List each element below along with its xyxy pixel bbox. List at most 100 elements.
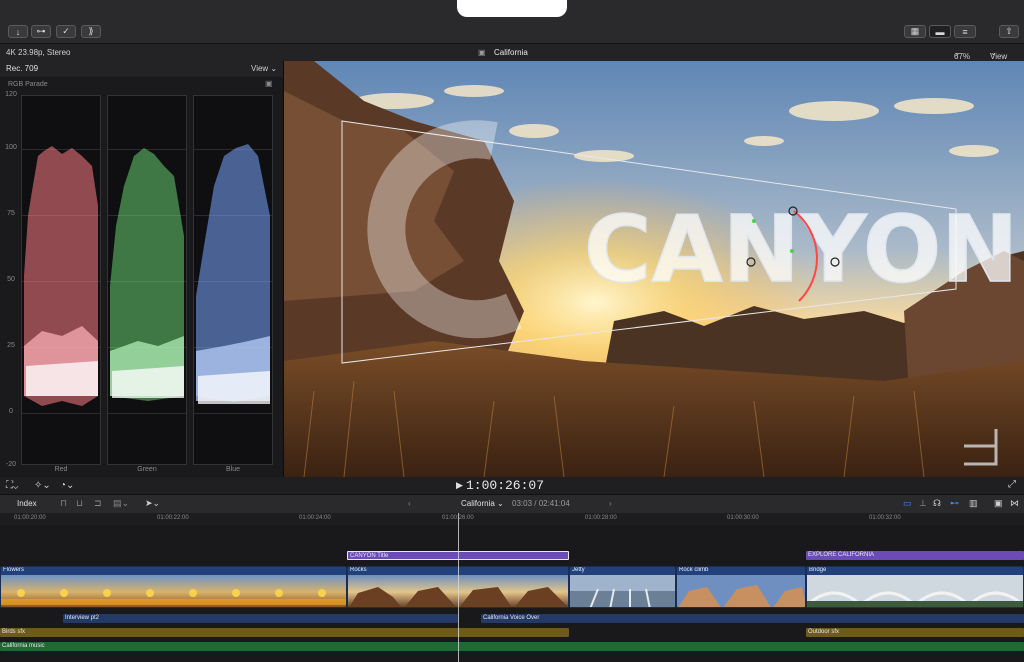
red-parade (21, 95, 101, 465)
check-icon: ✓ (62, 26, 70, 36)
scope-type-label: RGB Parade (8, 81, 48, 88)
tag-button[interactable]: ⟫ (81, 25, 101, 38)
select-tool-icon[interactable]: ➤⌄ (145, 498, 160, 509)
viewer-frame: CANYON (284, 61, 1024, 477)
transitions-browser-icon[interactable]: ⋈ (1010, 498, 1019, 509)
history-forward-icon[interactable]: › (609, 499, 612, 508)
timeline-project-name: California (461, 499, 495, 508)
import-button[interactable]: ↓ (8, 25, 28, 38)
scopes-header (0, 61, 283, 77)
clip-label: Rock climb (679, 567, 709, 573)
video-clip-bridge[interactable]: Bridge (806, 566, 1024, 608)
audio-clip-outdoor[interactable]: Outdoor sfx (806, 628, 1024, 637)
title-clip-explore[interactable]: EXPLORE CALIFORNIA (806, 551, 1024, 560)
y-tick: 75 (7, 210, 15, 217)
viewer-view-label: View (990, 52, 1008, 61)
clip-label: Bridge (809, 567, 827, 573)
browser-toggle-button[interactable]: ▦ (904, 25, 926, 38)
background-tasks-button[interactable]: ✓ (56, 25, 76, 38)
title-clip-label: EXPLORE CALIFORNIA (808, 552, 875, 558)
transform-tool-icon[interactable]: ⛶⌄ (6, 480, 18, 491)
headphones-icon[interactable]: ☊ (933, 498, 941, 509)
ruler-tick: 01:00:28:00 (585, 515, 617, 521)
video-only-icon[interactable]: ▭ (903, 498, 912, 509)
clip-label: Flowers (3, 567, 25, 573)
video-clip-rock-climb[interactable]: Rock climb (676, 566, 806, 608)
clip-thumbnails (570, 575, 675, 607)
timeline-toggle-button[interactable]: ▬ (929, 25, 951, 38)
y-tick: 0 (9, 408, 13, 415)
history-back-icon[interactable]: ‹ (408, 499, 411, 508)
clip-appearance-icon[interactable]: ▥ (969, 498, 978, 509)
audio-clip-label: California Voice Over (483, 615, 540, 621)
clip-label: Jetty (572, 567, 585, 573)
title-clip-label: CANYON Title (350, 553, 389, 559)
tag-icon: ⟫ (88, 26, 94, 36)
scope-colorspace: Rec. 709 (6, 64, 39, 73)
y-tick: -20 (5, 461, 17, 468)
zoom-value: 67% (954, 52, 971, 61)
video-clip-jetty[interactable]: Jetty (569, 566, 676, 608)
timeline-project-menu[interactable]: California ⌄ (461, 499, 504, 508)
timeline-toolbar: Index ⊓ ⊔ ⊐ ▤⌄ ➤⌄ ‹ California ⌄ 03:03 /… (0, 494, 1024, 515)
scopes-view-label: View (251, 64, 269, 73)
green-parade (107, 95, 187, 465)
timeline-duration: 03:03 / 02:41:04 (512, 499, 570, 508)
timeline-icon: ▬ (935, 26, 945, 37)
canyon-title-overlay: CANYON (584, 196, 1018, 303)
playback-bar: ▶ 1:00:26:07 ⤢ (0, 477, 1024, 494)
grid-icon: ▦ (910, 26, 920, 36)
ruler-tick: 01:00:22:00 (157, 515, 189, 521)
edit-connect-icon[interactable]: ⊓ (60, 498, 67, 509)
video-scopes-panel: Rec. 709 View ⌄ RGB Parade ▣ 120 100 75 … (0, 61, 284, 477)
red-label: Red (54, 466, 68, 473)
blue-label: Blue (225, 466, 240, 473)
import-icon: ↓ (15, 26, 21, 37)
inspector-toggle-button[interactable]: ≡ (954, 25, 976, 38)
clip-thumbnails (807, 575, 1023, 607)
skimming-icon[interactable]: ⊥ (919, 498, 927, 509)
edit-append-icon[interactable]: ⊐ (94, 498, 102, 509)
window-notch (457, 0, 567, 17)
play-icon[interactable]: ▶ (456, 480, 463, 491)
sliders-icon: ≡ (962, 26, 968, 37)
info-bar: 4K 23.98p, Stereo ▣ California 67% ⌄ Vie… (0, 44, 1024, 61)
red-waveform (22, 146, 100, 414)
audio-clip-voice-over[interactable]: California Voice Over (481, 614, 1024, 623)
zoom-dropdown[interactable]: 67% ⌄ (954, 48, 970, 61)
share-button[interactable]: ⇧ (999, 25, 1019, 38)
playhead[interactable] (458, 513, 459, 662)
edit-insert-icon[interactable]: ⊔ (76, 498, 83, 509)
green-waveform (108, 148, 186, 414)
audio-clip-music[interactable]: California music (0, 642, 1024, 651)
effects-browser-icon[interactable]: ▣ (994, 498, 1003, 509)
y-tick: 120 (5, 91, 17, 98)
blue-waveform (194, 144, 272, 414)
scope-settings-icon[interactable]: ▣ (265, 79, 273, 88)
enhance-icon[interactable]: ✧⌄ (34, 480, 51, 491)
timecode-display[interactable]: 1:00:26:07 (466, 478, 544, 493)
keywords-button[interactable]: ⊶ (31, 25, 51, 38)
viewer-view-menu[interactable]: View ⌄ (990, 48, 1007, 61)
fullscreen-icon[interactable]: ⤢ (1008, 479, 1016, 490)
edit-overwrite-icon[interactable]: ▤⌄ (113, 498, 129, 509)
index-button[interactable]: Index (17, 499, 37, 508)
snapping-icon[interactable]: ⊷ (950, 498, 959, 509)
project-name: California (494, 48, 528, 57)
audio-clip-interview[interactable]: Interview pt2 (63, 614, 458, 623)
video-clip-flowers[interactable]: Flowers (0, 566, 347, 608)
audio-clip-label: California music (2, 643, 45, 649)
audio-clip-label: Outdoor sfx (808, 629, 840, 635)
y-tick: 25 (7, 342, 15, 349)
ruler-tick: 01:00:24:00 (299, 515, 331, 521)
audio-clip-label: Birds sfx (2, 629, 26, 635)
ruler-tick: 01:00:30:00 (727, 515, 759, 521)
timeline-ruler[interactable]: 01:00:20:00 01:00:22:00 01:00:24:00 01:0… (0, 513, 1024, 525)
audio-clip-birds[interactable]: Birds sfx (0, 628, 569, 637)
viewer[interactable]: CANYON (284, 61, 1024, 477)
clip-thumbnails (677, 575, 805, 607)
y-tick: 100 (5, 144, 17, 151)
speed-icon[interactable]: ◔⌄ (60, 480, 74, 491)
clip-label: Rocks (350, 567, 367, 573)
scopes-view-menu[interactable]: View ⌄ (251, 64, 277, 73)
